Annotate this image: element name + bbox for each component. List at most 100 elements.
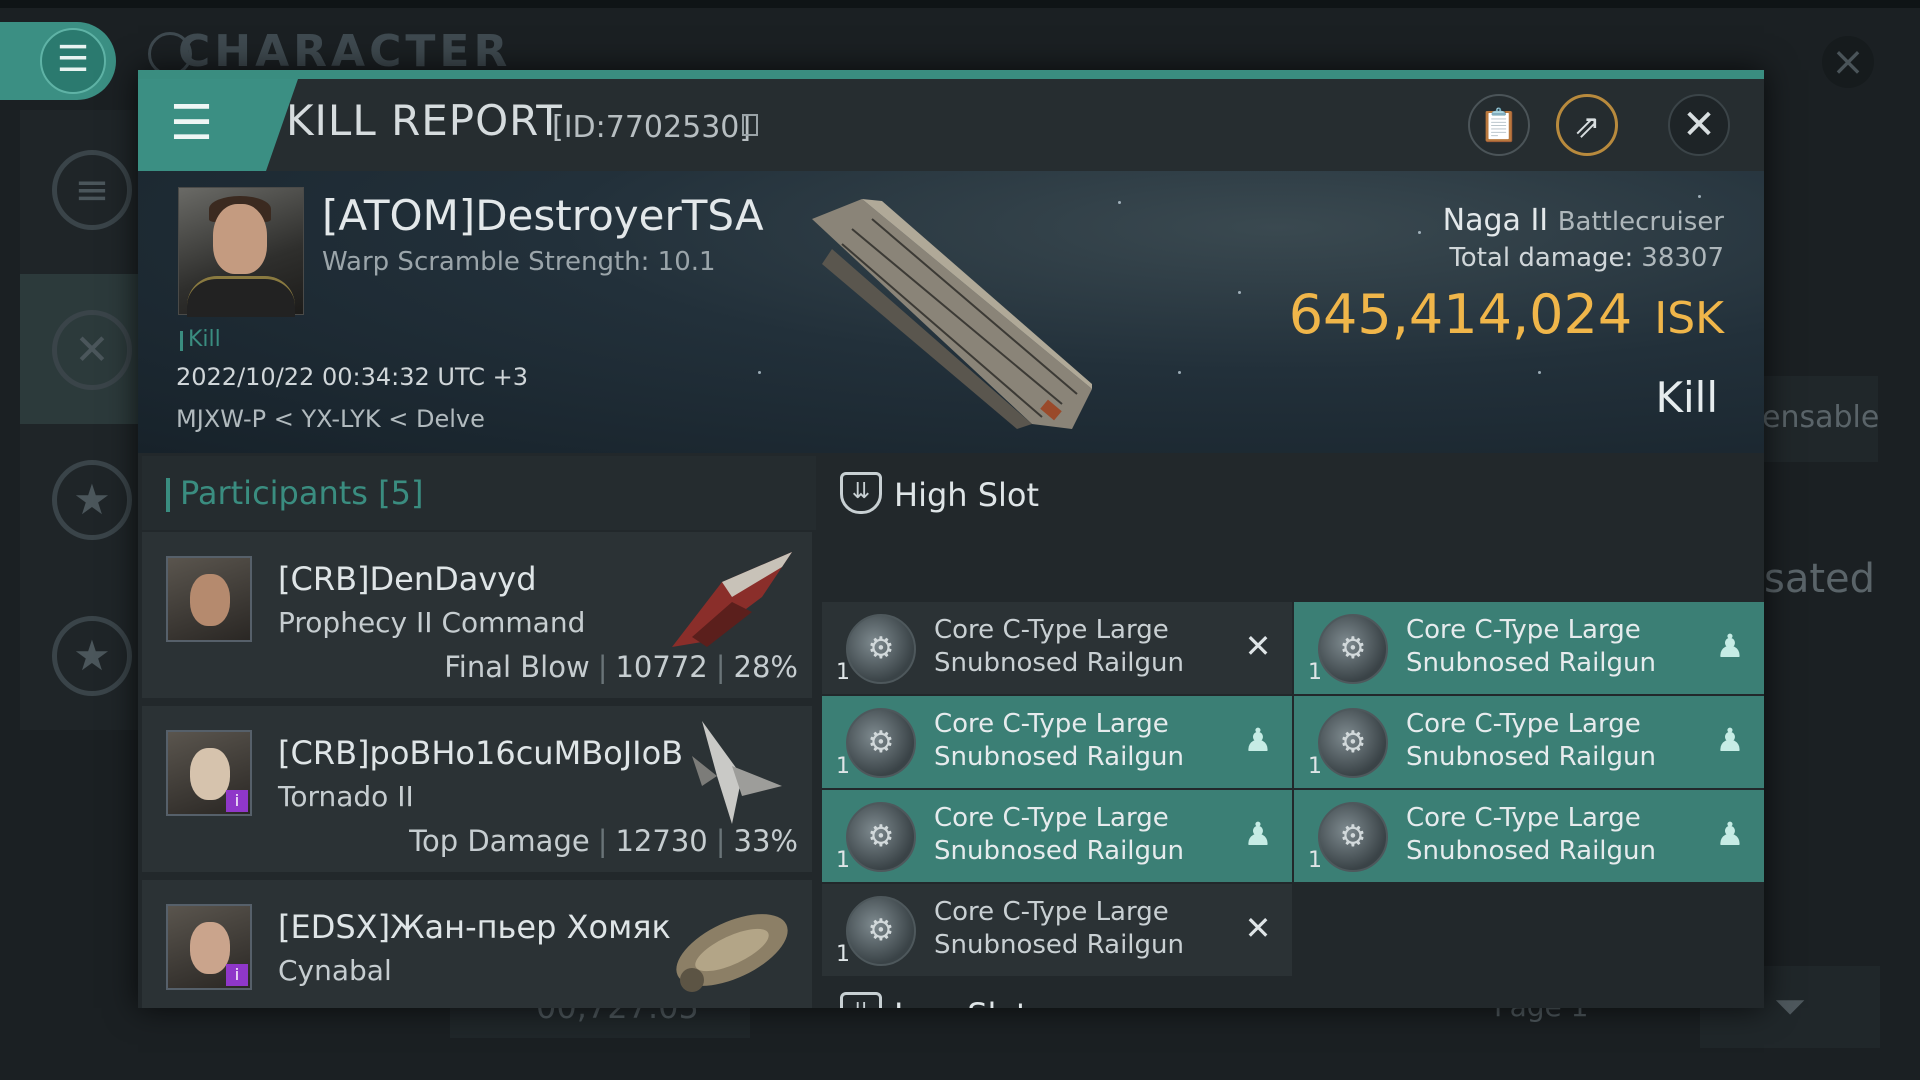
module-quantity: 1 [836, 754, 850, 779]
participant-stats: Top Damage | 12730 | 33% [409, 824, 798, 858]
participants-header: Participants [5] [142, 456, 816, 530]
share-icon: ⇗ [1573, 107, 1601, 145]
participant-row[interactable]: i [CRB]poBHo16cuMBoJIoB Tornado II Top D… [142, 706, 812, 872]
isk-value: 645,414,024 ISK [1289, 283, 1724, 346]
main-menu-button[interactable]: ☰ [0, 22, 116, 100]
star-icon[interactable]: ★ [52, 460, 132, 540]
railgun-icon: ⚙ [846, 896, 916, 966]
total-damage-label: Total damage: [1449, 243, 1634, 273]
victim-summary: [ATOM]DestroyerTSA Warp Scramble Strengt… [138, 171, 1764, 453]
dropped-person-icon: ♟ [1243, 721, 1273, 759]
participant-ship: Prophecy II Command [278, 606, 586, 639]
dropped-person-icon: ♟ [1715, 815, 1745, 853]
participant-ship: Tornado II [278, 780, 414, 813]
participant-name: [EDSX]Жан-пьер Хомяк [278, 908, 671, 946]
copy-icon[interactable] [742, 114, 758, 136]
avatar [166, 556, 252, 642]
dropped-person-icon: ♟ [1715, 721, 1745, 759]
close-icon: ✕ [1682, 102, 1716, 148]
omega-badge-icon: i [226, 964, 248, 986]
participant-ship-image [672, 552, 792, 647]
participant-row[interactable]: i [EDSX]Жан-пьер Хомяк Cynabal [142, 880, 812, 1008]
low-slot-title: Low Slot [894, 996, 1029, 1008]
module-item[interactable]: ⚙ 1 Core C-Type Large Snubnosed Railgun … [822, 602, 1292, 694]
clipboard-button[interactable]: 📋 [1468, 94, 1530, 156]
participant-row[interactable]: [CRB]DenDavyd Prophecy II Command Final … [142, 532, 812, 698]
ship-name: Naga II [1442, 203, 1549, 238]
kill-result: Kill [1655, 373, 1718, 422]
railgun-icon: ⚙ [1318, 708, 1388, 778]
module-name: Core C-Type Large Snubnosed Railgun [934, 709, 1184, 772]
participant-ship: Cynabal [278, 954, 392, 987]
isk-amount: 645,414,024 [1288, 283, 1633, 346]
kill-location[interactable]: MJXW-P < YX-LYK < Delve [176, 405, 485, 433]
dropped-person-icon: ♟ [1243, 815, 1273, 853]
fitting-panel: ⇊ High Slot ⚙ 1 Core C-Type Large Snubno… [820, 456, 1764, 1008]
report-id: [ID:7702530] [552, 110, 752, 145]
module-name: Core C-Type Large Snubnosed Railgun [1406, 709, 1656, 772]
participant-name: [CRB]poBHo16cuMBoJIoB [278, 734, 684, 772]
dialog-menu-button[interactable]: ☰ [138, 79, 266, 171]
menu-icon: ☰ [170, 95, 214, 151]
high-slot-icon: ⇊ [840, 472, 882, 514]
victim-ship-type[interactable]: Naga II Battlecruiser [1443, 203, 1724, 238]
module-name: Core C-Type Large Snubnosed Railgun [1406, 615, 1656, 678]
dialog-top-accent [138, 70, 1764, 79]
module-item[interactable]: ⚙ 1 Core C-Type Large Snubnosed Railgun … [1294, 696, 1764, 788]
module-quantity: 1 [836, 660, 850, 685]
high-slot-header: ⇊ High Slot [820, 456, 1764, 530]
participant-ship-image [692, 721, 782, 824]
module-name: Core C-Type Large Snubnosed Railgun [1406, 803, 1656, 866]
module-quantity: 1 [1308, 848, 1322, 873]
module-quantity: 1 [836, 942, 850, 967]
module-quantity: 1 [1308, 754, 1322, 779]
module-quantity: 1 [836, 848, 850, 873]
module-item[interactable]: ⚙ 1 Core C-Type Large Snubnosed Railgun … [822, 696, 1292, 788]
clipboard-icon: 📋 [1479, 106, 1519, 144]
kill-tag: Kill [188, 327, 221, 352]
ship-class: Battlecruiser [1557, 207, 1724, 237]
module-item[interactable]: ⚙ 1 Core C-Type Large Snubnosed Railgun … [1294, 602, 1764, 694]
close-button[interactable]: ✕ [1668, 94, 1730, 156]
kill-tag-bar [180, 331, 183, 351]
total-damage: Total damage: 38307 [1449, 243, 1724, 273]
background-close-icon[interactable]: × [1822, 36, 1874, 88]
crossed-swords-icon[interactable]: ✕ [52, 310, 132, 390]
list-icon[interactable]: ≡ [52, 150, 132, 230]
dialog-title: KILL REPORT [286, 96, 563, 145]
participant-percent: 33% [733, 824, 798, 858]
warp-scramble-strength: Warp Scramble Strength: 10.1 [322, 247, 716, 277]
victim-portrait[interactable] [178, 187, 304, 317]
railgun-icon: ⚙ [1318, 802, 1388, 872]
kill-datetime: 2022/10/22 00:34:32 UTC +3 [176, 363, 528, 391]
omega-badge-icon: i [226, 790, 248, 812]
module-item[interactable]: ⚙ 1 Core C-Type Large Snubnosed Railgun … [822, 884, 1292, 976]
participant-damage: 12730 [615, 824, 708, 858]
participant-ship-image [676, 914, 788, 992]
module-name: Core C-Type Large Snubnosed Railgun [934, 615, 1184, 678]
participant-percent: 28% [733, 650, 798, 684]
participant-damage: 10772 [615, 650, 708, 684]
menu-icon: ☰ [40, 28, 106, 94]
railgun-icon: ⚙ [846, 802, 916, 872]
dropped-person-icon: ♟ [1715, 627, 1745, 665]
module-item[interactable]: ⚙ 1 Core C-Type Large Snubnosed Railgun … [1294, 790, 1764, 882]
module-name: Core C-Type Large Snubnosed Railgun [934, 803, 1184, 866]
avatar: i [166, 904, 252, 990]
low-slot-icon: ⇊ [840, 992, 882, 1008]
isk-unit: ISK [1654, 293, 1724, 344]
railgun-icon: ⚙ [846, 708, 916, 778]
participants-title: Participants [5] [180, 474, 424, 512]
railgun-icon: ⚙ [1318, 614, 1388, 684]
background-text: ensable [1762, 400, 1880, 435]
destroyed-icon: ✕ [1244, 909, 1272, 947]
participant-stats: Final Blow | 10772 | 28% [444, 650, 798, 684]
star-badge-icon[interactable]: ★ [52, 616, 132, 696]
railgun-icon: ⚙ [846, 614, 916, 684]
high-slot-title: High Slot [894, 476, 1040, 514]
victim-name[interactable]: [ATOM]DestroyerTSA [322, 191, 764, 240]
victim-ship-image[interactable] [802, 189, 1102, 439]
module-quantity: 1 [1308, 660, 1322, 685]
module-item[interactable]: ⚙ 1 Core C-Type Large Snubnosed Railgun … [822, 790, 1292, 882]
share-button[interactable]: ⇗ [1556, 94, 1618, 156]
